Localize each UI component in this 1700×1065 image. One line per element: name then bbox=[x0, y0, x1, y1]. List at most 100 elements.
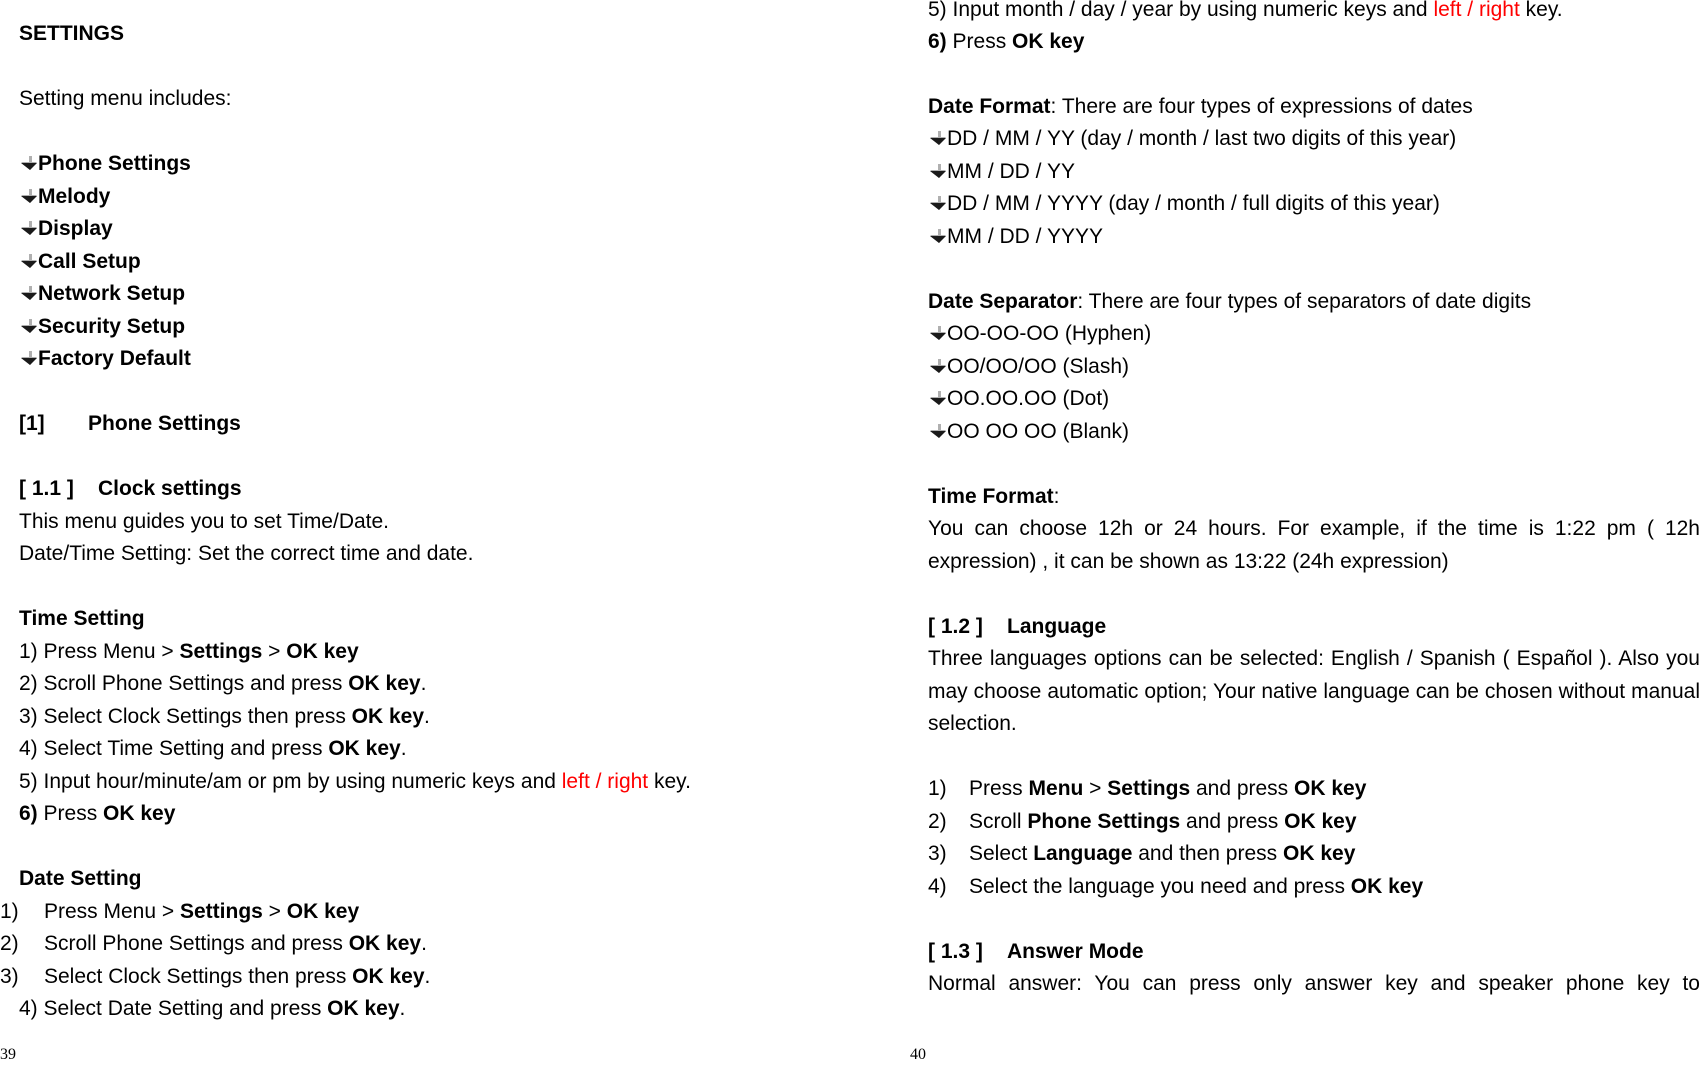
arrow-bullet-icon bbox=[19, 155, 38, 172]
time-step: 2) Scroll Phone Settings and press OK ke… bbox=[19, 671, 426, 697]
text-run: OO.OO.OO (Dot) bbox=[947, 387, 1110, 410]
text-run: OK key bbox=[348, 932, 422, 955]
menu-item: Factory Default bbox=[19, 346, 191, 372]
arrow-bullet-icon bbox=[928, 325, 947, 342]
text-run: OK key bbox=[328, 737, 401, 760]
date-separator-option: OO-OO-OO (Hyphen) bbox=[928, 321, 1151, 347]
text-run: [ 1.1 ] bbox=[19, 477, 74, 500]
text-run: : There are four types of separators of … bbox=[1077, 290, 1532, 313]
time-format-heading: Time Format: bbox=[928, 484, 1060, 510]
date-step: 1) Press Menu > Settings > OK key bbox=[0, 899, 359, 925]
text-run: 2) Scroll Phone Settings and press bbox=[19, 672, 349, 695]
text-run: 1) Press Menu > bbox=[19, 640, 180, 663]
menu-item: Melody bbox=[19, 184, 110, 210]
text-run: Select bbox=[969, 842, 1034, 865]
date-step: 5) Input month / day / year by using num… bbox=[928, 0, 1563, 23]
text-run: > bbox=[262, 640, 287, 663]
text-run: OO-OO-OO (Hyphen) bbox=[947, 322, 1152, 345]
arrow-bullet-icon bbox=[928, 163, 947, 180]
text-run: . bbox=[424, 965, 431, 988]
text-run: Press bbox=[946, 30, 1013, 53]
text-run: OK key bbox=[348, 672, 421, 695]
text-run: Select Clock Settings then press bbox=[44, 965, 353, 988]
text-run: OK key bbox=[1294, 777, 1367, 800]
section-heading-1-3: [ 1.3 ] Answer Mode bbox=[928, 939, 1144, 965]
text-run: 5) Input hour/minute/am or pm by using n… bbox=[19, 770, 562, 793]
text-run: 5) Input month / day / year by using num… bbox=[928, 0, 1434, 21]
arrow-bullet-icon bbox=[928, 358, 947, 375]
language-description: Three languages options can be selected:… bbox=[928, 647, 1700, 735]
page-title: SETTINGS bbox=[19, 22, 125, 45]
text-run: Clock settings bbox=[98, 477, 242, 500]
text-run: 2) bbox=[0, 932, 19, 955]
menu-item: Display bbox=[19, 216, 113, 242]
date-step: 6) Press OK key bbox=[928, 29, 1084, 55]
text-run: MM / DD / YY bbox=[947, 160, 1075, 183]
section-heading-1-1: [ 1.1 ] Clock settings bbox=[19, 476, 242, 502]
text-run: Melody bbox=[38, 185, 111, 208]
arrow-bullet-icon bbox=[19, 285, 38, 302]
text-run: OK key bbox=[351, 705, 425, 728]
intro-text: Setting menu includes: bbox=[19, 87, 232, 110]
text-run: . bbox=[424, 705, 430, 728]
page-number: 39 bbox=[0, 1046, 16, 1063]
text-run: Settings bbox=[179, 640, 263, 663]
time-step: 3) Select Clock Settings then press OK k… bbox=[19, 704, 430, 730]
arrow-bullet-icon bbox=[19, 253, 38, 270]
text-run: 1) bbox=[0, 900, 19, 923]
text-run: OK key bbox=[1012, 30, 1085, 53]
arrow-bullet-icon bbox=[928, 228, 947, 245]
arrow-bullet-icon bbox=[928, 390, 947, 407]
date-step: 3) Select Clock Settings then press OK ke… bbox=[0, 964, 430, 990]
text-run: OK key bbox=[1283, 842, 1356, 865]
time-step: 1) Press Menu > Settings > OK key bbox=[19, 639, 359, 665]
time-format-description: You can choose 12h or 24 hours. For exam… bbox=[928, 517, 1700, 573]
text-run: 4) Select Date Setting and press bbox=[19, 997, 328, 1020]
text-run: OO/OO/OO (Slash) bbox=[947, 355, 1130, 378]
language-step: 2) Scroll Phone Settings and press OK key bbox=[928, 809, 1357, 835]
text-run: Factory Default bbox=[38, 347, 191, 370]
text-run: Phone Settings bbox=[38, 152, 191, 175]
text-run: left / right bbox=[561, 770, 649, 793]
date-format-option: MM / DD / YYYY bbox=[928, 224, 1103, 250]
text-run: Security Setup bbox=[38, 315, 186, 338]
text-run: DD / MM / YYYY (day / month / full digit… bbox=[947, 192, 1440, 215]
text-run: . bbox=[420, 672, 427, 695]
date-step: 4) Select Date Setting and press OK key. bbox=[19, 996, 405, 1022]
clock-description: Date/Time Setting: Set the correct time … bbox=[19, 542, 474, 565]
language-step: 4) Select the language you need and press… bbox=[928, 874, 1423, 900]
arrow-bullet-icon bbox=[19, 350, 38, 367]
section-heading-1: [1] Phone Settings bbox=[19, 411, 241, 437]
date-separator-option: OO OO OO (Blank) bbox=[928, 419, 1129, 445]
text-run: [1] bbox=[19, 412, 45, 435]
menu-item: Network Setup bbox=[19, 281, 185, 307]
text-run: OK key bbox=[352, 965, 425, 988]
arrow-bullet-icon bbox=[928, 423, 947, 440]
text-run: 3) bbox=[928, 842, 947, 865]
date-separator-option: OO.OO.OO (Dot) bbox=[928, 386, 1109, 412]
text-run: 2) bbox=[928, 810, 947, 833]
language-step: 3) Select Language and then press OK key bbox=[928, 841, 1355, 867]
menu-item: Security Setup bbox=[19, 314, 185, 340]
text-run: DD / MM / YY (day / month / last two dig… bbox=[947, 127, 1457, 150]
text-run: > bbox=[262, 900, 287, 923]
text-run: 6) bbox=[19, 802, 38, 825]
text-run: and then press bbox=[1132, 842, 1283, 865]
text-run: Menu bbox=[1028, 777, 1084, 800]
date-separator-heading: Date Separator: There are four types of … bbox=[928, 289, 1531, 315]
text-run: Settings bbox=[1107, 777, 1191, 800]
text-run: OK key bbox=[1284, 810, 1357, 833]
text-run: 3) Select Clock Settings then press bbox=[19, 705, 352, 728]
text-run: Press bbox=[37, 802, 104, 825]
text-run: Network Setup bbox=[38, 282, 186, 305]
text-run: Language bbox=[1033, 842, 1133, 865]
text-run: Date Format bbox=[928, 95, 1051, 118]
text-run: OK key bbox=[286, 900, 360, 923]
text-run: Date Separator bbox=[928, 290, 1078, 313]
section-heading-1-2: [ 1.2 ] Language bbox=[928, 614, 1106, 640]
text-run: . bbox=[400, 737, 407, 760]
text-run: Display bbox=[38, 217, 113, 240]
time-step: 6) Press OK key bbox=[19, 801, 175, 827]
text-run: Language bbox=[1007, 615, 1107, 638]
text-run: OO OO OO (Blank) bbox=[947, 420, 1130, 443]
